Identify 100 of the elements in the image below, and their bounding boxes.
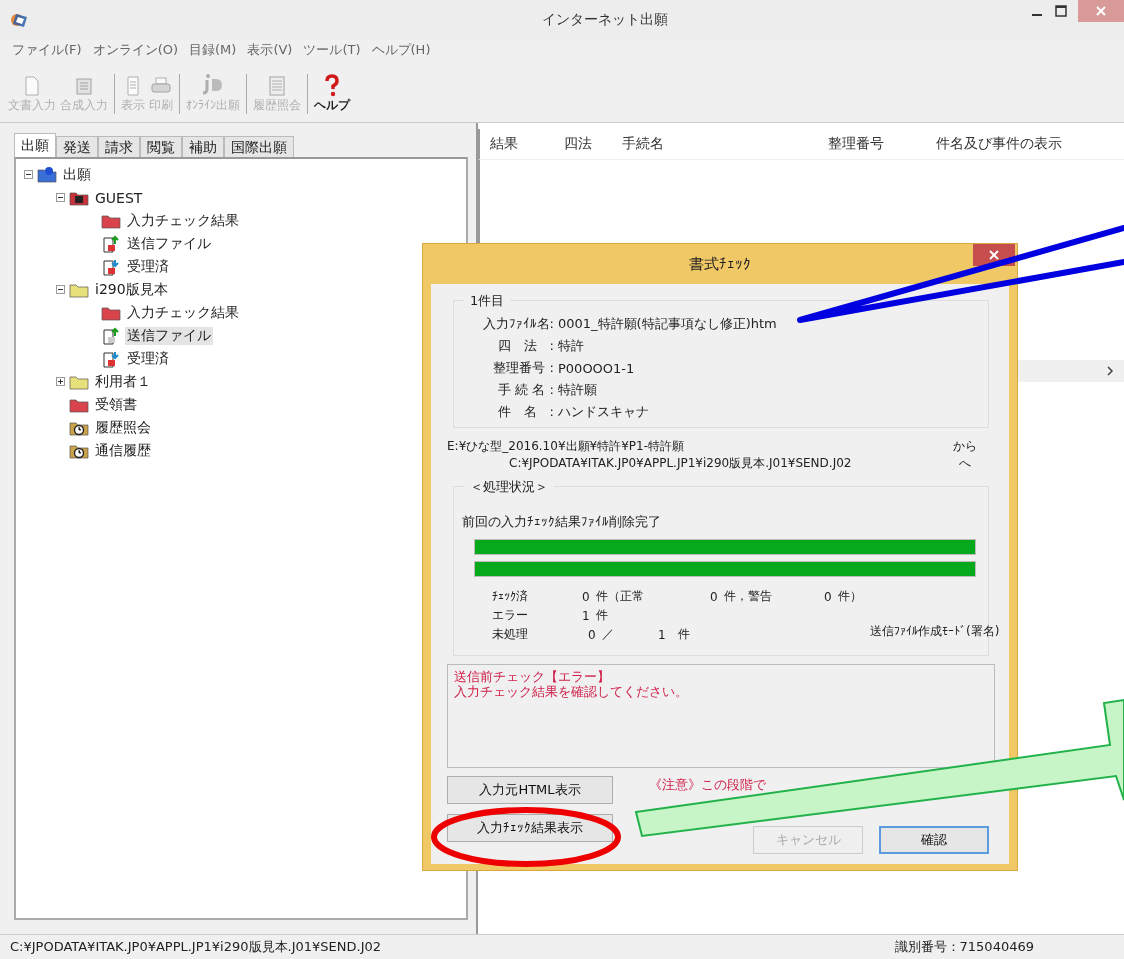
field-label: 整理番号 : <box>492 359 555 377</box>
to-label: へ <box>959 455 971 472</box>
menu-item[interactable]: ヘルプ(H) <box>371 41 431 59</box>
expander-icon[interactable] <box>56 193 65 202</box>
close-icon <box>1096 6 1106 16</box>
tree-item[interactable]: 入力チェック結果 <box>125 303 241 322</box>
folder-icon <box>69 189 89 206</box>
folder-icon <box>69 373 89 390</box>
error-message: 入力チェック結果を確認してください。 <box>454 684 689 699</box>
tree-item[interactable]: 受理済 <box>125 349 171 368</box>
menu-item[interactable]: オンライン(O) <box>92 41 178 59</box>
tree-item[interactable]: 送信ファイル <box>125 234 213 253</box>
count-text: ／ <box>602 626 615 643</box>
destination-path: C:¥JPODATA¥ITAK.JP0¥APPL.JP1¥i290版見本.J01¥SEND.J02 <box>509 455 852 472</box>
field-value: 特許願 <box>558 381 597 399</box>
menu-item[interactable]: ファイル(F) <box>12 41 82 59</box>
clock-icon <box>69 442 89 459</box>
dialog-title: 書式ﾁｪｯｸ <box>689 254 751 274</box>
count-text: 0 <box>582 589 591 604</box>
maximize-icon[interactable] <box>1054 4 1068 18</box>
count-text: 件 <box>678 626 691 643</box>
group-legend: 1件目 <box>464 292 511 310</box>
window-title: インターネット出願 <box>541 11 669 29</box>
document-icon <box>22 75 42 97</box>
count-text: 1 <box>658 627 667 642</box>
field-label: 件 名 : <box>496 403 555 421</box>
field-value: P00OOO1-1 <box>558 360 635 376</box>
count-text: 件，警告 <box>724 588 773 605</box>
tab[interactable]: 補助 <box>182 136 224 157</box>
tree-item[interactable]: GUEST <box>93 189 145 206</box>
tab[interactable]: 請求 <box>98 136 140 157</box>
tree-item[interactable]: 履歴照会 <box>93 418 153 437</box>
status-path: C:¥JPODATA¥ITAK.JP0¥APPL.JP1¥i290版見本.J01¥SEND.J02 <box>10 938 381 956</box>
menu-item[interactable]: 目録(M) <box>189 41 237 59</box>
menu-item[interactable]: 表示(V) <box>247 41 293 59</box>
error-message: 送信前チェック【エラー】 <box>454 669 611 684</box>
expander-icon[interactable] <box>56 377 65 386</box>
column-header[interactable]: 手続名 <box>612 135 818 153</box>
tree-item[interactable]: 利用者１ <box>93 372 153 391</box>
group-legend: ＜処理状況＞ <box>464 478 554 496</box>
scroll-right-icon[interactable] <box>1106 366 1114 376</box>
column-header[interactable]: 結果 <box>480 135 554 153</box>
clock-icon <box>69 419 89 436</box>
tab[interactable]: 発送 <box>56 136 98 157</box>
folder-icon <box>69 281 89 298</box>
tab[interactable]: 出願 <box>14 133 56 157</box>
dialog-button[interactable]: 入力元HTML表示 <box>447 776 613 804</box>
status-id: 識別番号：715040469 <box>894 938 1034 956</box>
tree-item[interactable]: 受理済 <box>125 257 171 276</box>
tree-item[interactable]: 通信履歴 <box>93 441 153 460</box>
toolbar-button[interactable]: ヘルプ <box>312 73 352 122</box>
document-icon <box>101 349 121 368</box>
document-icon <box>101 257 121 276</box>
dialog-button[interactable]: 確認 <box>879 826 989 854</box>
count-text: 0 <box>824 589 833 604</box>
tree-item[interactable]: 送信ファイル <box>125 326 213 345</box>
tree-item[interactable]: 入力チェック結果 <box>125 211 241 230</box>
field-value: ハンドスキャナ <box>558 403 649 421</box>
folder-icon <box>69 396 89 413</box>
count-text: 件） <box>838 588 862 605</box>
column-header[interactable]: 件名及び事件の表示 <box>926 135 1062 153</box>
tab[interactable]: 国際出願 <box>224 136 294 157</box>
cloud-folder-icon <box>37 166 57 183</box>
field-value: 特許 <box>558 337 584 355</box>
document-icon <box>101 326 121 345</box>
expander-icon[interactable] <box>24 170 33 179</box>
tree-item[interactable]: 受領書 <box>93 395 139 414</box>
count-text: 未処理 <box>492 626 529 643</box>
menu-item[interactable]: ツール(T) <box>303 41 361 59</box>
expander-icon[interactable] <box>56 285 65 294</box>
tree-item[interactable]: i290版見本 <box>93 280 170 299</box>
field-label: 手 続 名 : <box>497 381 555 399</box>
folder-icon <box>101 212 121 229</box>
status-message: 前回の入力ﾁｪｯｸ結果ﾌｧｲﾙ削除完了 <box>462 513 662 531</box>
tab[interactable]: 閲覧 <box>140 136 182 157</box>
count-text: 0 <box>588 627 597 642</box>
source-path: E:¥ひな型_2016.10¥出願¥特許¥P1-特許願 <box>447 438 684 455</box>
count-text: 1 <box>582 608 591 623</box>
count-text: 件 <box>596 607 609 624</box>
field-label: 入力ﾌｧｲﾙ名: <box>481 315 555 333</box>
field-label: 四 法 : <box>496 337 555 355</box>
app-icon <box>10 11 30 29</box>
count-text: 0 <box>710 589 719 604</box>
column-header[interactable]: 整理番号 <box>818 135 926 153</box>
count-text: 件（正常 <box>596 588 645 605</box>
mode-label: 送信ﾌｧｲﾙ作成ﾓｰﾄﾞ(署名) <box>870 623 1000 640</box>
field-value: 0001_特許願(特記事項なし修正)htm <box>558 315 777 333</box>
folder-icon <box>101 304 121 321</box>
warning-note: 《注意》この段階で <box>649 776 766 794</box>
tree-item[interactable]: 出願 <box>61 165 93 184</box>
document-icon <box>101 234 121 253</box>
count-text: エラー <box>492 607 529 624</box>
close-icon <box>989 250 999 260</box>
count-text: ﾁｪｯｸ済 <box>492 588 529 605</box>
column-header[interactable]: 四法 <box>554 135 612 153</box>
jp-logo-icon <box>202 73 224 97</box>
stacked-pages-icon <box>74 75 94 97</box>
from-label: から <box>953 438 977 455</box>
list-icon <box>267 75 287 97</box>
help-icon <box>322 73 342 97</box>
